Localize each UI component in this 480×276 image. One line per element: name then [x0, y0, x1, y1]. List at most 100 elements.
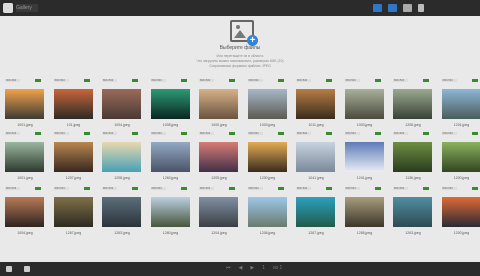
image-dimensions: 800×533 [441, 132, 457, 135]
format-badge [83, 79, 90, 82]
image-dimensions: 800×533 [393, 187, 408, 190]
folder-icon[interactable] [388, 4, 397, 12]
image-thumbnail[interactable] [150, 197, 190, 227]
first-page-button[interactable]: ⏮ [226, 265, 231, 271]
image-thumbnail[interactable] [5, 197, 44, 227]
image-filename: 1200.jpeg [453, 176, 470, 180]
share-icon[interactable] [403, 4, 412, 12]
settings-icon[interactable] [6, 266, 12, 272]
image-filename: 1136.jpeg [405, 176, 421, 180]
format-badge [277, 79, 284, 82]
page-count: из 1 [273, 265, 283, 271]
image-filename: 1041.jpeg [308, 176, 324, 180]
image-thumbnail[interactable] [102, 197, 141, 227]
image-thumbnail[interactable] [199, 197, 238, 227]
app-icon[interactable] [3, 3, 13, 13]
image-thumbnail[interactable] [393, 89, 432, 119]
grid-icon[interactable] [373, 4, 382, 12]
image-dimensions: 800×533 [441, 79, 457, 82]
image-thumbnail[interactable] [247, 89, 287, 119]
image-thumbnail[interactable] [102, 142, 141, 172]
image-dimensions: 800×533 [5, 187, 20, 190]
upload-hint-3: Сохраняемые форматы файлов: JPEG [209, 64, 271, 68]
format-badge [326, 79, 332, 82]
image-dimensions: 800×533 [102, 187, 117, 190]
image-upload-icon[interactable]: + [230, 20, 258, 46]
image-thumbnail[interactable] [150, 142, 190, 172]
image-thumbnail[interactable] [5, 142, 44, 172]
image-thumbnail[interactable] [441, 197, 480, 227]
image-filename: 1004.jpeg [17, 231, 33, 235]
image-dimensions: 800×533 [296, 132, 311, 135]
image-thumbnail[interactable] [393, 142, 432, 172]
image-dimensions: 800×533 [344, 187, 360, 190]
format-badge [83, 187, 90, 190]
image-thumbnail[interactable] [53, 142, 93, 172]
upload-hint-2: Что загрузить можно максимально, размеро… [196, 59, 284, 63]
image-thumbnail[interactable] [199, 89, 238, 119]
image-thumbnail[interactable] [53, 197, 93, 227]
image-thumbnail[interactable] [344, 89, 384, 119]
image-filename: 1267.jpeg [308, 231, 324, 235]
image-filename: 1000.jpeg [211, 123, 227, 127]
image-thumbnail[interactable] [393, 197, 432, 227]
image-thumbnail[interactable] [5, 89, 44, 119]
image-filename: 101.jpeg [66, 123, 81, 127]
format-badge [423, 187, 429, 190]
image-filename: 1207.jpeg [65, 176, 82, 180]
image-dimensions: 900×600 [5, 79, 20, 82]
image-thumbnail[interactable] [247, 197, 287, 227]
image-thumbnail[interactable] [344, 142, 384, 172]
upload-title[interactable]: Выберите файлы [0, 45, 480, 51]
format-badge [229, 79, 235, 82]
image-dimensions: 800×533 [53, 132, 69, 135]
image-dimensions: 800×533 [344, 132, 360, 135]
format-badge [374, 187, 381, 190]
format-badge [277, 132, 284, 135]
format-badge [132, 187, 138, 190]
sun-icon [236, 25, 240, 29]
image-dimensions: 800×533 [296, 79, 311, 82]
format-badge [132, 132, 138, 135]
prev-page-button[interactable]: ◀ [239, 265, 243, 271]
format-badge [35, 132, 41, 135]
image-thumbnail[interactable] [150, 89, 190, 119]
image-dimensions: 800×533 [53, 187, 69, 190]
format-badge [35, 79, 41, 82]
next-page-button[interactable]: ▶ [250, 265, 254, 271]
app-title: Gallery [16, 4, 38, 12]
image-filename: 1205.jpeg [211, 176, 227, 180]
format-badge [180, 79, 187, 82]
image-thumbnail[interactable] [441, 89, 480, 119]
image-thumbnail[interactable] [199, 142, 238, 172]
image-dimensions: 800×533 [102, 79, 117, 82]
toolbar-icons [373, 4, 424, 12]
upload-hint-1: Или перетащите их в область [216, 54, 264, 58]
image-thumbnail[interactable] [102, 89, 141, 119]
image-thumbnail[interactable] [441, 142, 480, 172]
format-badge [471, 187, 478, 190]
image-thumbnail[interactable] [53, 89, 93, 119]
trash-icon[interactable] [418, 4, 424, 12]
image-filename: 1208.jpeg [114, 176, 130, 180]
user-icon[interactable] [24, 266, 30, 272]
image-dimensions: 800×533 [5, 132, 20, 135]
image-filename: 1001.jpeg [17, 123, 33, 127]
image-thumbnail[interactable] [296, 89, 335, 119]
image-thumbnail[interactable] [344, 197, 384, 227]
image-thumbnail[interactable] [296, 197, 335, 227]
image-thumbnail[interactable] [296, 142, 335, 172]
image-filename: 1011.jpeg [308, 123, 324, 127]
image-dimensions: 800×533 [247, 79, 263, 82]
upload-dropzone[interactable]: + Выберите файлы Или перетащите их в обл… [0, 16, 480, 74]
pager: ⏮ ◀ ▶ 1 из 1 [226, 265, 282, 271]
image-filename: 1003.jpeg [259, 123, 276, 127]
current-page[interactable]: 1 [262, 265, 265, 271]
image-filename: 1241.jpeg [356, 176, 373, 180]
image-filename: 1267.jpeg [65, 231, 82, 235]
image-dimensions: 800×533 [199, 187, 214, 190]
format-badge [374, 79, 381, 82]
format-badge [229, 187, 235, 190]
image-filename: 1206.jpeg [405, 123, 421, 127]
image-thumbnail[interactable] [247, 142, 287, 172]
